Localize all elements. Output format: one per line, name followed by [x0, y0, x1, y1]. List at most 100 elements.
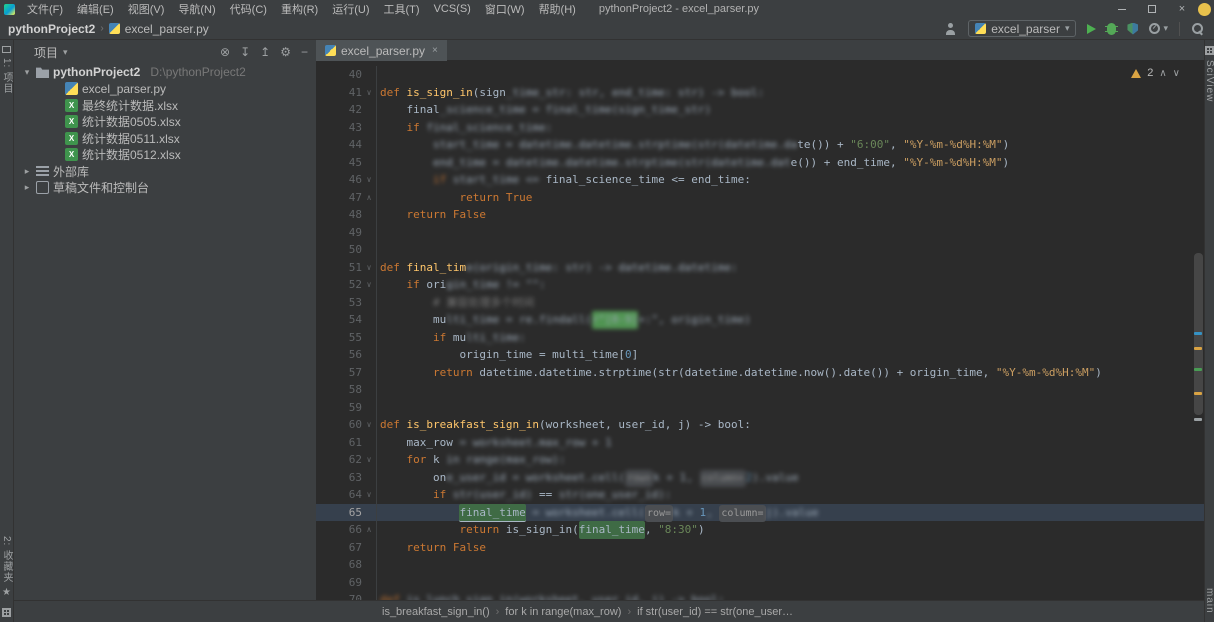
tool-window-switcher-icon[interactable]: [2, 608, 11, 617]
menu-item[interactable]: 重构(R): [274, 0, 325, 18]
caret-expanded-icon[interactable]: ▾: [22, 67, 32, 78]
line-number[interactable]: 62: [316, 451, 362, 469]
locate-file-icon[interactable]: ⊗: [220, 46, 230, 58]
code-line[interactable]: 62∨ for k in range(max_row):: [316, 451, 1204, 469]
favorites-star-icon[interactable]: ★: [2, 588, 11, 598]
tool-button-main[interactable]: main: [1204, 588, 1214, 614]
line-number[interactable]: 59: [316, 399, 362, 417]
menu-item[interactable]: 编辑(E): [70, 0, 121, 18]
menu-item[interactable]: 视图(V): [121, 0, 172, 18]
code-line[interactable]: 55 if multi_time:: [316, 329, 1204, 347]
code-line[interactable]: 47∧ return True: [316, 189, 1204, 207]
close-button[interactable]: ×: [1167, 0, 1197, 18]
tree-item[interactable]: 统计数据0512.xlsx: [14, 147, 316, 164]
code-line[interactable]: 41∨def is_sign_in(sign_time_str: str, en…: [316, 84, 1204, 102]
tool-button-sciview[interactable]: SciView: [1204, 60, 1214, 102]
code-line[interactable]: 52∨ if origin_time != "":: [316, 276, 1204, 294]
menu-item[interactable]: 窗口(W): [478, 0, 532, 18]
debug-button[interactable]: [1107, 23, 1116, 35]
line-number[interactable]: 44: [316, 136, 362, 154]
menu-item[interactable]: VCS(S): [427, 0, 478, 18]
fold-marker-icon[interactable]: ∧: [362, 521, 377, 539]
line-number[interactable]: 70: [316, 591, 362, 600]
breadcrumb-file[interactable]: excel_parser.py: [125, 22, 209, 36]
line-number[interactable]: 54: [316, 311, 362, 329]
tree-item[interactable]: ▸草稿文件和控制台: [14, 180, 316, 197]
code-line[interactable]: 58: [316, 381, 1204, 399]
fold-marker-icon[interactable]: ∨: [362, 84, 377, 102]
ide-settings-user-icon[interactable]: [945, 23, 957, 35]
menu-item[interactable]: 文件(F): [20, 0, 70, 18]
code-line[interactable]: 50: [316, 241, 1204, 259]
line-number[interactable]: 63: [316, 469, 362, 487]
code-line[interactable]: 61 max_row = worksheet.max_row + 1: [316, 434, 1204, 452]
user-avatar[interactable]: [1198, 3, 1211, 16]
fold-marker-icon[interactable]: ∨: [362, 171, 377, 189]
tree-item[interactable]: ▸外部库: [14, 163, 316, 180]
line-number[interactable]: 53: [316, 294, 362, 312]
code-line[interactable]: 43 if final_science_time:: [316, 119, 1204, 137]
code-line[interactable]: 68: [316, 556, 1204, 574]
code-lines[interactable]: 4041∨def is_sign_in(sign_time_str: str, …: [316, 61, 1204, 600]
code-line[interactable]: 42 final_science_time = final_time(sign_…: [316, 101, 1204, 119]
line-number[interactable]: 46: [316, 171, 362, 189]
fold-marker-icon[interactable]: ∨: [362, 416, 377, 434]
line-number[interactable]: 67: [316, 539, 362, 557]
breadcrumb-item[interactable]: if str(user_id) == str(one_user…: [635, 606, 795, 618]
caret-collapsed-icon[interactable]: ▸: [22, 182, 32, 193]
tool-button-favorites[interactable]: 2: 收藏夹: [0, 536, 14, 583]
line-number[interactable]: 47: [316, 189, 362, 207]
prev-warning-icon[interactable]: ∧: [1159, 68, 1166, 79]
line-number[interactable]: 42: [316, 101, 362, 119]
line-number[interactable]: 64: [316, 486, 362, 504]
line-number[interactable]: 43: [316, 119, 362, 137]
code-line[interactable]: 56 origin_time = multi_time[0]: [316, 346, 1204, 364]
tree-item[interactable]: 统计数据0505.xlsx: [14, 114, 316, 131]
code-line[interactable]: 44 start_time = datetime.datetime.strpti…: [316, 136, 1204, 154]
fold-marker-icon[interactable]: ∧: [362, 189, 377, 207]
code-line[interactable]: 63 one_user_id = worksheet.cell(row=k + …: [316, 469, 1204, 487]
code-line[interactable]: 45 end_time = datetime.datetime.strptime…: [316, 154, 1204, 172]
code-line[interactable]: 60∨def is_breakfast_sign_in(worksheet, u…: [316, 416, 1204, 434]
tab-close-icon[interactable]: ×: [430, 45, 438, 56]
line-number[interactable]: 65: [316, 504, 362, 522]
next-warning-icon[interactable]: ∨: [1173, 68, 1180, 79]
caret-collapsed-icon[interactable]: ▸: [22, 166, 32, 177]
line-number[interactable]: 55: [316, 329, 362, 347]
collapse-all-icon[interactable]: ↥: [260, 46, 270, 58]
line-number[interactable]: 45: [316, 154, 362, 172]
code-line[interactable]: 59: [316, 399, 1204, 417]
line-number[interactable]: 60: [316, 416, 362, 434]
code-line[interactable]: 51∨def final_time(origin_time: str) -> d…: [316, 259, 1204, 277]
menu-item[interactable]: 运行(U): [325, 0, 376, 18]
line-number[interactable]: 58: [316, 381, 362, 399]
code-line[interactable]: 57 return datetime.datetime.strptime(str…: [316, 364, 1204, 382]
code-line[interactable]: 49: [316, 224, 1204, 242]
code-line[interactable]: 67 return False: [316, 539, 1204, 557]
line-number[interactable]: 61: [316, 434, 362, 452]
hide-panel-icon[interactable]: −: [301, 46, 308, 58]
fold-marker-icon[interactable]: ∨: [362, 486, 377, 504]
line-number[interactable]: 50: [316, 241, 362, 259]
project-tool-icon[interactable]: [2, 46, 11, 53]
code-line[interactable]: 64∨ if str(user_id) == str(one_user_id):: [316, 486, 1204, 504]
error-stripe[interactable]: [1190, 61, 1204, 600]
code-line[interactable]: 69: [316, 574, 1204, 592]
tab-excel-parser[interactable]: excel_parser.py ×: [316, 40, 447, 61]
chevron-down-icon[interactable]: ▾: [63, 47, 68, 58]
code-line[interactable]: 46∨ if start_time <= final_science_time …: [316, 171, 1204, 189]
run-button[interactable]: [1087, 24, 1096, 34]
code-line[interactable]: 70def is_lunch_sign_in(worksheet, user_i…: [316, 591, 1204, 600]
menu-item[interactable]: 导航(N): [171, 0, 222, 18]
line-number[interactable]: 56: [316, 346, 362, 364]
project-panel-title[interactable]: 项目: [34, 44, 58, 61]
tree-item[interactable]: 最终统计数据.xlsx: [14, 97, 316, 114]
fold-marker-icon[interactable]: ∨: [362, 259, 377, 277]
line-number[interactable]: 40: [316, 66, 362, 84]
settings-gear-icon[interactable]: ⚙: [280, 46, 291, 58]
code-line[interactable]: 40: [316, 66, 1204, 84]
run-configuration-select[interactable]: excel_parser ▾: [968, 20, 1076, 37]
expand-all-icon[interactable]: ↧: [240, 46, 250, 58]
line-number[interactable]: 69: [316, 574, 362, 592]
maximize-button[interactable]: [1137, 0, 1167, 18]
